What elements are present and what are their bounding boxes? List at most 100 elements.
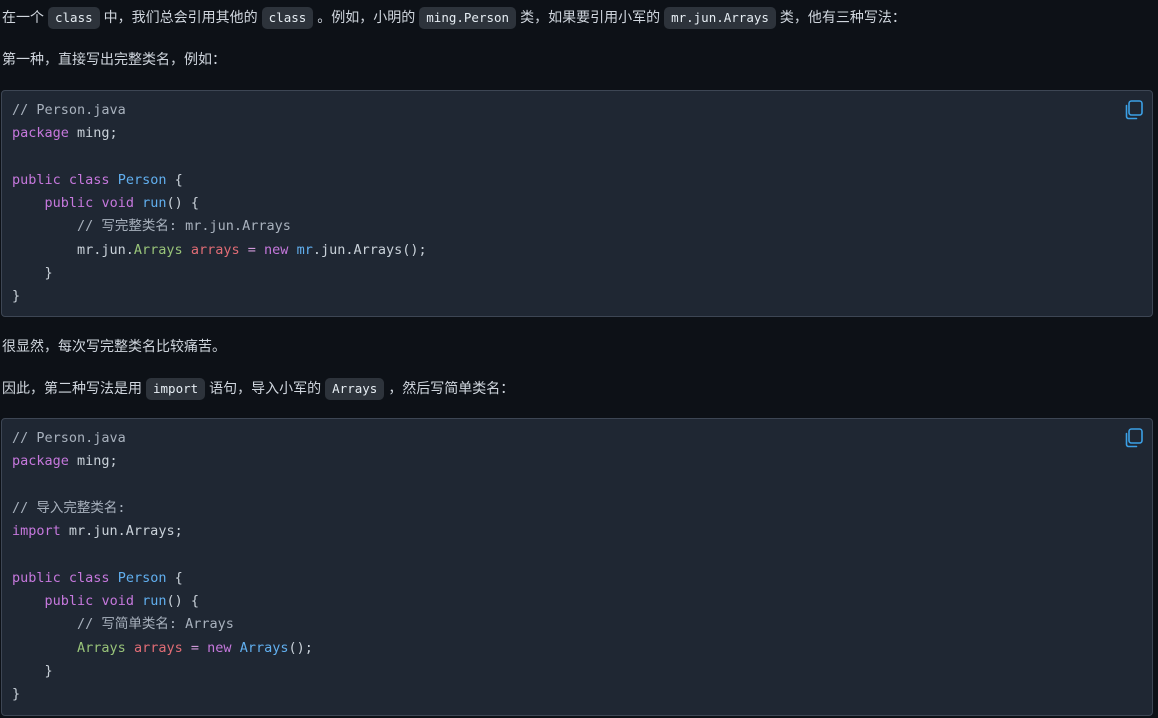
code-token-keyword: public xyxy=(44,593,94,610)
code-token-comment: // 写完整类名: mr.jun.Arrays xyxy=(77,218,291,235)
paragraph-second-method: 因此，第二种写法是用 import 语句，导入小军的 Arrays ，然后写简单类名： xyxy=(2,378,514,400)
code-line: public void run() { xyxy=(12,590,313,613)
code-line: mr.jun.Arrays arrays = new mr.jun.Arrays… xyxy=(12,239,427,262)
code-token-plain: ming; xyxy=(68,453,118,470)
code-token-op: = xyxy=(247,241,256,258)
code-token-type: run xyxy=(142,593,167,610)
intro-text-5: 类，他有三种写法： xyxy=(779,10,906,26)
code-token-keyword: class xyxy=(68,171,110,188)
code-token-plain: } xyxy=(12,265,53,282)
code-token-type: Person xyxy=(117,569,167,586)
inline-code-class: class xyxy=(48,7,100,29)
code-token-plain: () { xyxy=(166,195,199,212)
code-token-plain: { xyxy=(166,171,183,188)
code-token-type: Arrays xyxy=(239,639,289,656)
copy-icon xyxy=(1125,100,1143,120)
code-token-plain: } xyxy=(12,288,21,305)
code-line: // 导入完整类名: xyxy=(12,497,313,520)
code-line: package ming; xyxy=(12,450,313,473)
intro-text-1: 在一个 xyxy=(2,10,44,26)
paragraph-intro: 在一个 class 中，我们总会引用其他的 class 。例如，小明的 ming.Pers… xyxy=(2,7,906,29)
second-text-3: ，然后写简单类名： xyxy=(388,381,515,397)
code-token-keyword: package xyxy=(12,453,69,470)
code-token-plain: mr.jun.Arrays; xyxy=(60,523,183,540)
code-line: import mr.jun.Arrays; xyxy=(12,520,313,543)
code-token-comment: // 导入完整类名: xyxy=(12,499,126,516)
second-text-1: 因此，第二种写法是用 xyxy=(2,381,142,397)
code-token-plain: { xyxy=(166,569,183,586)
inline-code-import: import xyxy=(146,378,206,400)
code-line: public void run() { xyxy=(12,192,427,215)
code-lines: // Person.java package ming; public class… xyxy=(12,99,427,309)
inline-code-ming-person: ming.Person xyxy=(419,7,517,29)
code-token-comment: // 写简单类名: Arrays xyxy=(77,616,234,633)
code-token-keyword: void xyxy=(101,195,134,212)
code-line: // Person.java xyxy=(12,99,427,122)
code-line: } xyxy=(12,660,313,683)
second-text-2: 语句，导入小军的 xyxy=(209,381,322,397)
paragraph-first-method: 第一种，直接写出完整类名，例如： xyxy=(2,52,226,68)
code-token-keyword: public xyxy=(12,569,61,586)
code-line: } xyxy=(12,683,313,706)
code-token-keyword: new xyxy=(207,639,232,656)
copy-button[interactable] xyxy=(1122,427,1144,449)
code-token-var: arrays xyxy=(190,241,240,258)
code-token-keyword: public xyxy=(44,195,94,212)
code-line: // 写完整类名: mr.jun.Arrays xyxy=(12,215,427,238)
code-line: public class Person { xyxy=(12,567,313,590)
code-line: package ming; xyxy=(12,122,427,145)
code-token-comment: // Person.java xyxy=(12,430,126,446)
code-block-full-name: // Person.java package ming; public class… xyxy=(1,90,1153,317)
code-token-plain: } xyxy=(12,686,21,703)
code-block-import: // Person.java package ming; // 导入完整类名: im… xyxy=(1,418,1153,716)
paragraph-pain: 很显然，每次写完整类名比较痛苦。 xyxy=(2,339,226,355)
code-token-class: Arrays xyxy=(77,639,126,656)
code-token-plain: mr.jun. xyxy=(12,241,134,258)
inline-code-arrays: Arrays xyxy=(325,378,385,400)
code-line: } xyxy=(12,285,427,308)
code-token-comment: // Person.java xyxy=(12,102,126,118)
code-token-keyword: void xyxy=(101,593,134,610)
inline-code-mr-jun-arrays: mr.jun.Arrays xyxy=(664,7,776,29)
code-token-type: run xyxy=(142,195,167,212)
copy-button[interactable] xyxy=(1122,99,1144,121)
code-token-class: Arrays xyxy=(133,241,183,258)
code-token-type: mr xyxy=(296,241,313,258)
copy-icon xyxy=(1125,428,1143,448)
code-token-plain: () { xyxy=(166,593,199,610)
code-token-var: arrays xyxy=(133,639,183,656)
code-token-plain: ming; xyxy=(68,125,118,142)
intro-text-2: 中，我们总会引用其他的 xyxy=(103,10,258,26)
intro-text-3: 。例如，小明的 xyxy=(317,10,416,26)
code-line: // Person.java xyxy=(12,427,313,450)
code-token-plain: .jun.Arrays(); xyxy=(312,241,427,258)
code-token-keyword: new xyxy=(264,241,289,258)
code-line: public class Person { xyxy=(12,169,427,192)
intro-text-4: 类，如果要引用小军的 xyxy=(520,10,661,26)
code-line: // 写简单类名: Arrays xyxy=(12,613,313,636)
code-token-keyword: public xyxy=(12,171,61,188)
code-line: } xyxy=(12,262,427,285)
code-line: Arrays arrays = new Arrays(); xyxy=(12,637,313,660)
code-token-keyword: package xyxy=(12,125,69,142)
code-token-plain: } xyxy=(12,662,53,679)
